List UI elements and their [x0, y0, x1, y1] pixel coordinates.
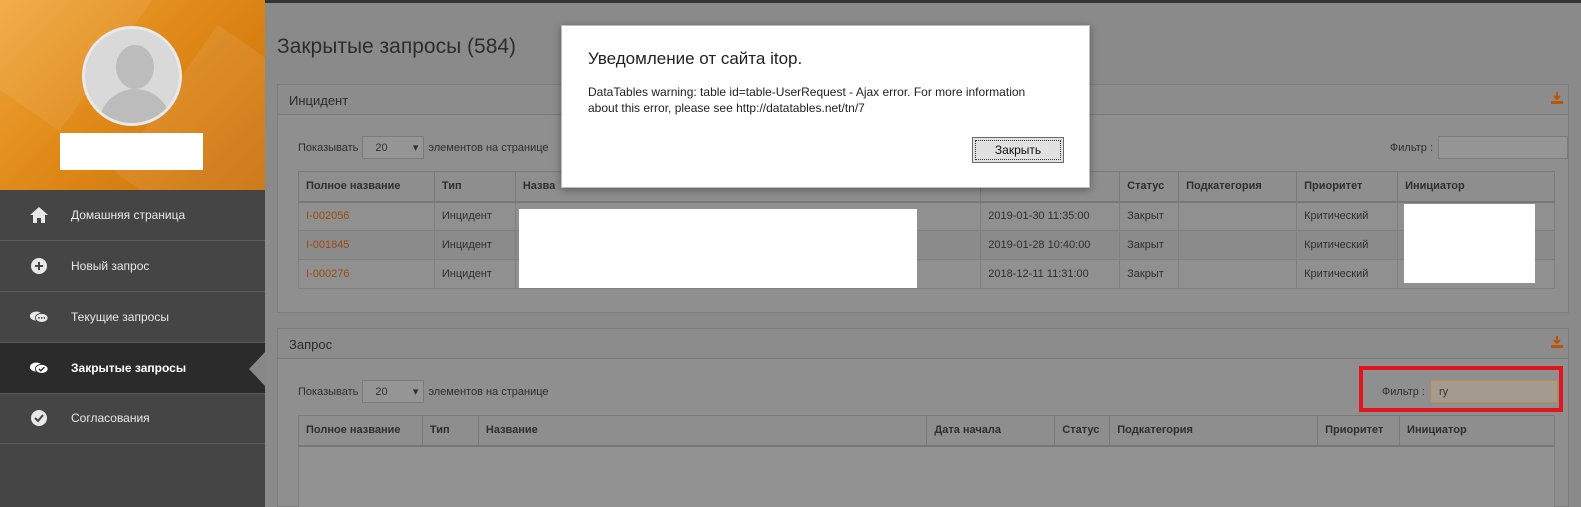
page-size-select[interactable]: 20 ▾ — [362, 380, 425, 403]
column-header[interactable]: Приоритет — [1317, 415, 1401, 447]
table-row: I-002056 Инцидент 2019-01-30 11:35:00 За… — [298, 201, 1555, 231]
status-cell: Закрыт — [1119, 230, 1180, 260]
subcategory-cell — [1178, 230, 1298, 260]
plus-circle-icon — [29, 256, 49, 276]
avatar — [82, 26, 182, 126]
download-icon[interactable] — [1550, 91, 1564, 105]
column-header[interactable]: Дата начала — [926, 415, 1056, 447]
column-header[interactable]: Тип — [433, 171, 516, 203]
per-page-label: элементов на странице — [428, 141, 549, 154]
dialog-message: DataTables warning: table id=table-UserR… — [588, 85, 1026, 115]
page-size-value: 20 — [375, 385, 388, 398]
type-cell: Инцидент — [433, 259, 516, 289]
column-header[interactable]: Статус — [1054, 415, 1111, 447]
column-header[interactable]: Подкатегория — [1178, 171, 1298, 203]
column-header[interactable]: Приоритет — [1296, 171, 1399, 203]
panel-title: Инцидент — [289, 93, 349, 108]
show-label: Показывать — [298, 141, 359, 154]
type-cell: Инцидент — [433, 201, 516, 231]
request-id-link[interactable]: I-000276 — [298, 259, 435, 289]
type-cell: Инцидент — [433, 230, 516, 260]
sidebar-item-closed-requests[interactable]: Закрытые запросы — [0, 343, 266, 394]
filter-input[interactable] — [1438, 136, 1568, 159]
dialog-title: Уведомление от сайта itop. — [588, 49, 803, 68]
chevron-down-icon: ▾ — [412, 142, 419, 154]
page-size-control: Показывать 20 ▾ элементов на странице — [298, 380, 549, 403]
sidebar-item-current-requests[interactable]: Текущие запросы — [0, 292, 265, 343]
request-id-link[interactable]: I-001845 — [298, 230, 435, 260]
sidebar-item-home[interactable]: Домашняя страница — [0, 190, 265, 241]
home-icon — [29, 205, 49, 225]
priority-cell: Критический — [1296, 259, 1399, 289]
page-size-control: Показывать 20 ▾ элементов на странице — [298, 136, 549, 159]
column-header[interactable]: Тип — [421, 415, 479, 447]
chevron-down-icon: ▾ — [412, 386, 419, 398]
sidebar-item-label: Домашняя страница — [71, 208, 186, 222]
request-panel: Запрос Показывать 20 ▾ элементов на стра… — [277, 328, 1569, 507]
status-cell: Закрыт — [1119, 259, 1180, 289]
alert-dialog: Уведомление от сайта itop. DataTables wa… — [561, 25, 1090, 188]
priority-cell: Критический — [1296, 230, 1399, 260]
empty-cell — [298, 445, 1555, 507]
date-cell: 2019-01-28 10:40:00 — [980, 230, 1121, 260]
column-header[interactable]: Полное название — [298, 415, 423, 447]
sidebar-item-label: Новый запрос — [71, 259, 150, 273]
profile-banner — [0, 0, 265, 190]
sidebar-item-label: Согласования — [71, 411, 150, 425]
download-icon[interactable] — [1550, 335, 1564, 349]
table-row: I-000276 Инцидент 2018-12-11 11:31:00 За… — [298, 259, 1555, 289]
sidebar-item-label: Закрытые запросы — [71, 361, 187, 375]
initiator-redaction — [1404, 204, 1535, 283]
sidebar-item-new-request[interactable]: Новый запрос — [0, 241, 265, 292]
column-header[interactable]: Инициатор — [1397, 171, 1555, 203]
priority-cell: Критический — [1296, 201, 1399, 231]
page-title: Закрытые запросы (584) — [277, 35, 517, 58]
empty-table-body — [298, 445, 1555, 507]
chat-bubbles-icon — [29, 307, 49, 327]
column-header[interactable]: Статус — [1119, 171, 1180, 203]
column-header[interactable]: Инициатор — [1399, 415, 1555, 447]
per-page-label: элементов на странице — [428, 385, 549, 398]
status-cell: Закрыт — [1119, 201, 1180, 231]
close-button[interactable]: Закрыть — [972, 137, 1064, 163]
incident-table: Полное название Тип Назва Статус Подкате… — [298, 171, 1555, 289]
date-cell: 2019-01-30 11:35:00 — [980, 201, 1121, 231]
filter-highlight-annotation — [1359, 366, 1563, 412]
subcategory-cell — [1178, 201, 1298, 231]
table-row: I-001845 Инцидент 2019-01-28 10:40:00 За… — [298, 230, 1555, 260]
request-id-link[interactable]: I-002056 — [298, 201, 435, 231]
check-circle-icon — [29, 408, 49, 428]
column-header[interactable]: Название — [477, 415, 928, 447]
top-bar — [265, 0, 1581, 3]
sidebar-item-label: Текущие запросы — [71, 310, 169, 324]
panel-header: Запрос — [278, 329, 1568, 359]
column-header[interactable]: Подкатегория — [1109, 415, 1319, 447]
request-table: Полное название Тип Название Дата начала… — [298, 415, 1555, 507]
user-name-redacted — [60, 133, 203, 170]
sidebar-item-approvals[interactable]: Согласования — [0, 393, 265, 444]
column-header[interactable]: Полное название — [298, 171, 435, 203]
sidebar: Домашняя страница Новый запрос Текущие з… — [0, 0, 266, 507]
page-size-value: 20 — [375, 141, 388, 154]
date-cell: 2018-12-11 11:31:00 — [980, 259, 1121, 289]
filter-label: Фильтр : — [1389, 141, 1433, 154]
closed-chat-icon — [29, 358, 49, 378]
title-redaction — [519, 209, 917, 288]
subcategory-cell — [1178, 259, 1298, 289]
panel-title: Запрос — [289, 337, 333, 352]
filter-control: Фильтр : — [1390, 136, 1568, 159]
page-size-select[interactable]: 20 ▾ — [362, 136, 425, 159]
show-label: Показывать — [298, 385, 359, 398]
table-header-row: Полное название Тип Название Дата начала… — [298, 415, 1555, 447]
